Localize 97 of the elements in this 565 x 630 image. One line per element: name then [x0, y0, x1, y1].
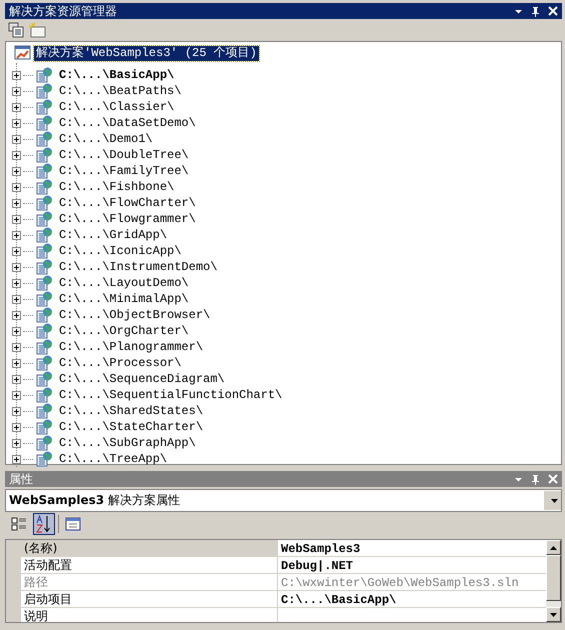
expand-icon[interactable]: [12, 406, 21, 416]
project-node[interactable]: C:\...\DoubleTree\: [57, 148, 191, 162]
object-selector[interactable]: WebSamples3 解决方案属性: [5, 489, 562, 512]
project-globe-icon: [36, 387, 53, 403]
toolbar-button[interactable]: [33, 513, 55, 535]
project-node[interactable]: C:\...\SharedStates\: [57, 404, 206, 418]
expand-icon[interactable]: [12, 438, 21, 448]
sort-az-icon: [36, 515, 52, 533]
pin-icon[interactable]: [531, 6, 540, 16]
expand-icon[interactable]: [12, 214, 21, 224]
project-globe-icon: [36, 131, 53, 147]
project-globe-icon: [36, 307, 53, 323]
expand-icon[interactable]: [12, 166, 21, 176]
project-globe-icon: [36, 83, 53, 99]
panel-title: 解决方案资源管理器: [9, 2, 117, 20]
project-node[interactable]: C:\...\StateCharter\: [57, 420, 206, 434]
property-name[interactable]: 活动配置: [21, 557, 277, 574]
project-globe-icon: [36, 163, 53, 179]
project-node[interactable]: C:\...\Classier\: [57, 100, 176, 114]
property-name[interactable]: 说明: [21, 608, 277, 622]
project-globe-icon: [36, 339, 53, 355]
project-globe-icon: [36, 323, 53, 339]
project-node[interactable]: C:\...\SequentialFunctionChart\: [57, 388, 284, 402]
expand-icon[interactable]: [12, 342, 21, 352]
project-node[interactable]: C:\...\Flowgrammer\: [57, 212, 198, 226]
project-node[interactable]: C:\...\BeatPaths\: [57, 84, 184, 98]
expand-icon[interactable]: [12, 102, 21, 112]
project-node[interactable]: C:\...\OrgCharter\: [57, 324, 191, 338]
project-globe-icon: [36, 99, 53, 115]
project-globe-icon: [36, 115, 53, 131]
project-node[interactable]: C:\...\DataSetDemo\: [57, 116, 198, 130]
expand-icon[interactable]: [12, 422, 21, 432]
project-globe-icon: [36, 451, 53, 467]
expand-icon[interactable]: [12, 182, 21, 192]
project-node[interactable]: C:\...\Fishbone\: [57, 180, 176, 194]
project-globe-icon: [36, 355, 53, 371]
project-globe-icon: [36, 147, 53, 163]
solution-node[interactable]: 解决方案'WebSamples3' (25 个项目): [34, 46, 259, 60]
expand-icon[interactable]: [12, 454, 21, 464]
expand-icon[interactable]: [12, 358, 21, 368]
project-node[interactable]: C:\...\LayoutDemo\: [57, 276, 191, 290]
project-node[interactable]: C:\...\TreeApp\: [57, 452, 170, 466]
expand-icon[interactable]: [12, 310, 21, 320]
categorized-icon: [11, 516, 27, 532]
project-node[interactable]: C:\...\MinimalApp\: [57, 292, 191, 306]
project-globe-icon: [36, 371, 53, 387]
expand-icon[interactable]: [12, 278, 21, 288]
expand-icon[interactable]: [12, 118, 21, 128]
project-node[interactable]: C:\...\Processor\: [57, 356, 184, 370]
expand-icon[interactable]: [12, 326, 21, 336]
dropdown-icon[interactable]: [550, 498, 558, 502]
project-globe-icon: [36, 179, 53, 195]
expand-icon[interactable]: [12, 374, 21, 384]
project-globe-icon: [36, 403, 53, 419]
solution-icon: [14, 45, 31, 61]
project-globe-icon: [36, 291, 53, 307]
expand-icon[interactable]: [12, 86, 21, 96]
project-globe-icon: [36, 211, 53, 227]
properties-icon[interactable]: [8, 22, 24, 38]
property-name[interactable]: (名称): [21, 540, 277, 557]
project-node[interactable]: C:\...\InstrumentDemo\: [57, 260, 220, 274]
expand-icon[interactable]: [12, 134, 21, 144]
property-name[interactable]: 启动项目: [21, 591, 277, 608]
project-node[interactable]: C:\...\GridApp\: [57, 228, 170, 242]
project-globe-icon: [36, 419, 53, 435]
dropdown-icon[interactable]: [514, 8, 523, 14]
project-globe-icon: [36, 259, 53, 275]
expand-icon[interactable]: [12, 246, 21, 256]
project-globe-icon: [36, 275, 53, 291]
property-pages-icon: [65, 517, 81, 531]
folder-icon[interactable]: [28, 22, 46, 38]
panel-title: 属性: [9, 470, 33, 488]
project-node[interactable]: C:\...\IconicApp\: [57, 244, 184, 258]
project-node[interactable]: C:\...\FamilyTree\: [57, 164, 191, 178]
expand-icon[interactable]: [12, 230, 21, 240]
scroll-down-icon[interactable]: [546, 607, 561, 622]
expand-icon[interactable]: [12, 262, 21, 272]
project-node[interactable]: C:\...\ObjectBrowser\: [57, 308, 212, 322]
expand-icon[interactable]: [12, 70, 21, 80]
scroll-up-icon[interactable]: [546, 540, 561, 555]
project-globe-icon: [36, 195, 53, 211]
project-node[interactable]: C:\...\Demo1\: [57, 132, 155, 146]
project-node[interactable]: C:\...\FlowCharter\: [57, 196, 198, 210]
expand-icon[interactable]: [12, 150, 21, 160]
project-node[interactable]: C:\...\Planogrammer\: [57, 340, 206, 354]
project-node[interactable]: C:\...\BasicApp\: [57, 68, 176, 82]
project-globe-icon: [36, 243, 53, 259]
project-node[interactable]: C:\...\SequenceDiagram\: [57, 372, 227, 386]
scrollbar-thumb[interactable]: [546, 555, 561, 601]
project-globe-icon: [36, 67, 53, 83]
expand-icon[interactable]: [12, 294, 21, 304]
project-globe-icon: [36, 435, 53, 451]
expand-icon[interactable]: [12, 390, 21, 400]
expand-icon[interactable]: [12, 198, 21, 208]
close-icon[interactable]: [548, 6, 558, 16]
project-node[interactable]: C:\...\SubGraphApp\: [57, 436, 198, 450]
project-globe-icon: [36, 227, 53, 243]
